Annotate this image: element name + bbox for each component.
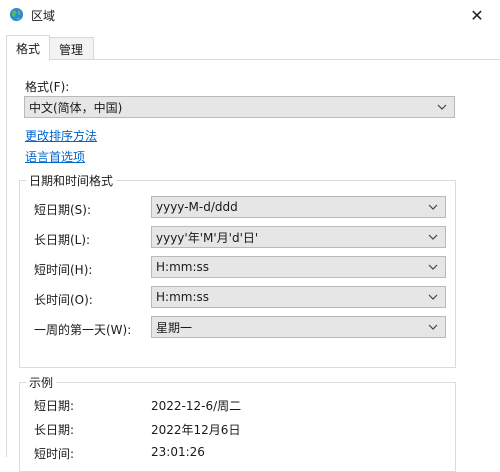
long-date-dropdown[interactable]: yyyy'年'M'月'd'日' (151, 226, 446, 248)
change-sort-link[interactable]: 更改排序方法 (25, 127, 97, 144)
example-short-date-value: 2022-12-6/周二 (151, 399, 242, 413)
datetime-format-group: 日期和时间格式 短日期(S): yyyy-M-d/ddd 长日期(L): yyy… (19, 172, 456, 368)
language-preferences-link[interactable]: 语言首选项 (25, 148, 85, 165)
datetime-group-title: 日期和时间格式 (26, 172, 117, 189)
tab-format[interactable]: 格式 (6, 35, 50, 61)
format-dropdown[interactable]: 中文(简体，中国) (24, 96, 455, 118)
format-label: 格式(F): (25, 80, 70, 94)
examples-group-title: 示例 (26, 374, 57, 391)
tab-label: 管理 (58, 42, 83, 57)
first-day-of-week-value: 星期一 (156, 320, 193, 335)
chevron-down-icon (428, 264, 438, 270)
tab-label: 格式 (15, 42, 40, 56)
short-date-dropdown[interactable]: yyyy-M-d/ddd (151, 196, 446, 218)
long-time-label: 长时间(O): (34, 293, 93, 307)
short-date-value: yyyy-M-d/ddd (156, 200, 238, 214)
long-time-value: H:mm:ss (156, 290, 209, 304)
example-long-date-label: 长日期: (34, 423, 75, 437)
short-time-value: H:mm:ss (156, 260, 209, 274)
close-button[interactable]: ✕ (454, 0, 500, 30)
tab-manage[interactable]: 管理 (48, 37, 94, 60)
close-icon: ✕ (470, 5, 484, 25)
short-date-label: 短日期(S): (34, 203, 92, 217)
long-time-dropdown[interactable]: H:mm:ss (151, 286, 446, 308)
example-short-time-value: 23:01:26 (151, 445, 205, 459)
example-short-time-label: 短时间: (34, 447, 75, 461)
long-date-label: 长日期(L): (34, 233, 91, 247)
tab-strip: 格式 管理 (0, 30, 500, 61)
chevron-down-icon (428, 294, 438, 300)
chevron-down-icon (428, 324, 438, 330)
example-long-date-value: 2022年12月6日 (151, 423, 241, 437)
long-date-value: yyyy'年'M'月'd'日' (156, 230, 259, 245)
window-title: 区域 (31, 9, 56, 23)
format-value: 中文(简体，中国) (29, 100, 123, 115)
format-panel: 格式(F): 中文(简体，中国) 更改排序方法 语言首选项 日期和时间格式 短日… (6, 59, 500, 472)
first-day-of-week-label: 一周的第一天(W): (34, 323, 132, 337)
examples-group: 示例 短日期: 2022-12-6/周二 长日期: 2022年12月6日 短时间… (19, 374, 456, 472)
short-time-dropdown[interactable]: H:mm:ss (151, 256, 446, 278)
example-short-date-label: 短日期: (34, 399, 75, 413)
first-day-of-week-dropdown[interactable]: 星期一 (151, 316, 446, 338)
chevron-down-icon (437, 104, 447, 110)
chevron-down-icon (428, 204, 438, 210)
title-bar: 区域 ✕ (0, 0, 500, 30)
globe-icon (9, 7, 24, 22)
chevron-down-icon (428, 234, 438, 240)
short-time-label: 短时间(H): (34, 263, 93, 277)
